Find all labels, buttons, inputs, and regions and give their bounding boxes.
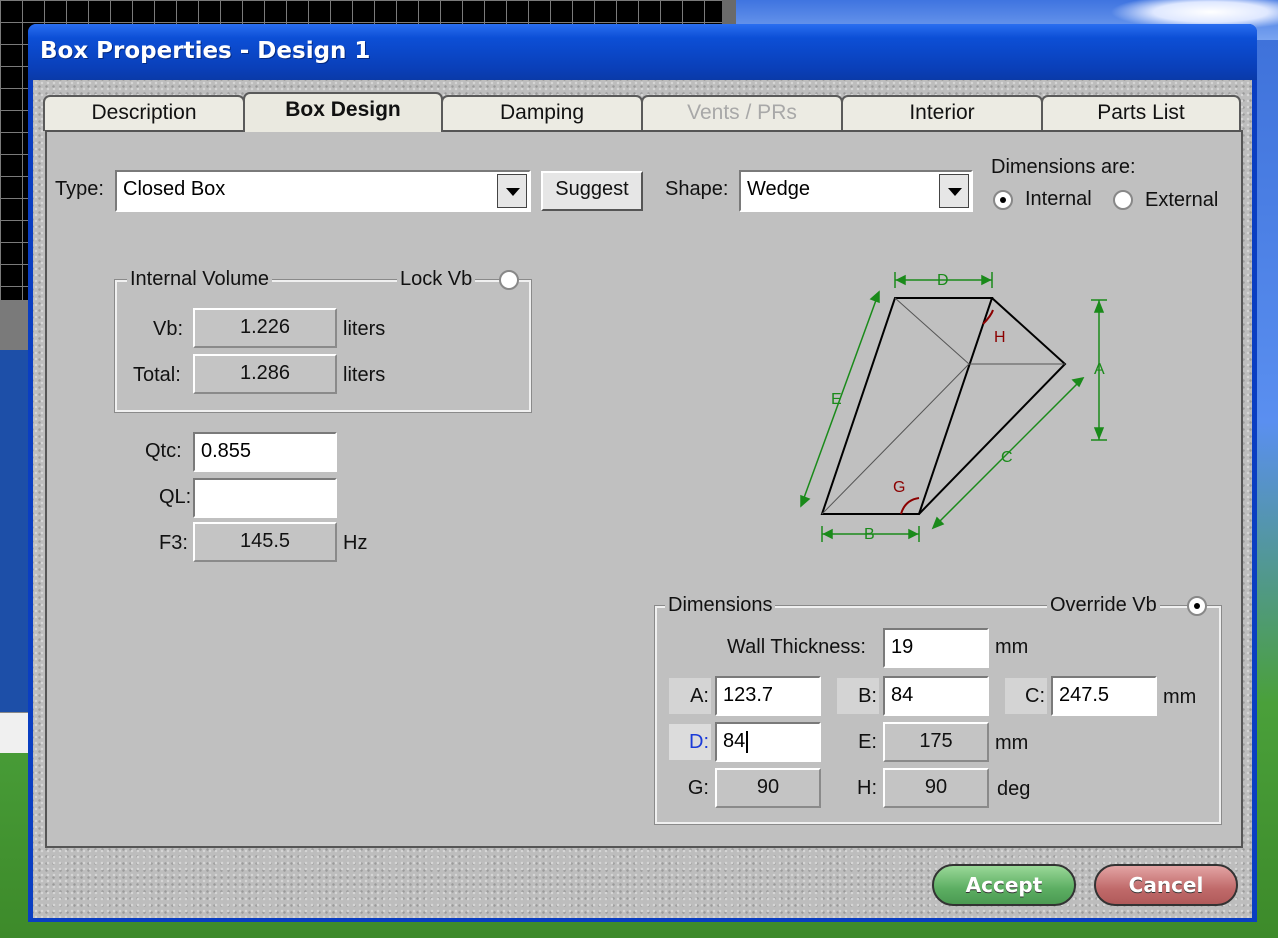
chevron-down-icon[interactable] [939,174,969,208]
dimensions-are-label: Dimensions are: [991,156,1136,178]
angle-g-arc [900,497,920,515]
dim-e-label: E: [858,731,877,753]
cancel-button[interactable]: Cancel [1094,864,1238,906]
f3-unit: Hz [343,532,368,554]
dimension-d-label: D [937,272,949,289]
dim-d-input[interactable]: 84 [715,722,821,762]
dim-row1-unit: mm [1163,686,1197,708]
dim-g-label: G: [687,777,709,799]
dim-c-input[interactable]: 247.5 [1051,676,1157,716]
dim-b-label: B: [837,678,879,714]
ql-input[interactable] [193,478,337,518]
tab-vents-prs: Vents / PRs [641,95,843,131]
override-vb-label: Override Vb [1047,594,1160,617]
external-radio[interactable] [1113,190,1133,210]
tab-interior[interactable]: Interior [841,95,1043,131]
internal-radio[interactable] [993,190,1013,210]
f3-label: F3: [159,532,188,554]
internal-radio-label: Internal [1025,188,1092,210]
dim-b-input[interactable]: 84 [883,676,989,716]
accept-button[interactable]: Accept [932,864,1076,906]
wall-thickness-unit: mm [995,636,1029,658]
total-label: Total: [133,364,181,386]
vb-value: 1.226 [193,308,337,348]
background-panel-blue [0,350,30,720]
text-caret [746,730,749,753]
dim-d-value: 84 [723,730,746,752]
external-radio-label: External [1145,189,1219,211]
window-title: Box Properties - Design 1 [40,38,371,64]
f3-value: 145.5 [193,522,337,562]
box-design-panel: Type: Closed Box Suggest Shape: Wedge Di… [45,130,1243,848]
wedge-side-edges [918,297,1067,515]
dim-a-input[interactable]: 123.7 [715,676,821,716]
dialog-client-area: Description Box Design Damping Vents / P… [33,80,1252,918]
override-vb-radio[interactable] [1187,596,1207,616]
dim-h-label: H: [857,777,877,799]
dim-c-label: C: [1005,678,1047,714]
box-properties-dialog: Box Properties - Design 1 Description Bo… [28,24,1257,922]
vb-unit: liters [343,318,386,340]
qtc-input[interactable]: 0.855 [193,432,337,472]
dim-g-value: 90 [715,768,821,808]
tab-damping[interactable]: Damping [441,95,643,131]
dim-a-label: A: [669,678,711,714]
dim-e-value: 175 [883,722,989,762]
wall-thickness-label: Wall Thickness: [727,636,866,658]
wedge-front-face [820,297,994,515]
internal-volume-title: Internal Volume [127,268,272,291]
ql-label: QL: [159,486,192,508]
shape-label: Shape: [665,178,729,200]
shape-select[interactable]: Wedge [739,170,973,212]
lock-vb-label: Lock Vb [397,268,476,291]
dim-h-value: 90 [883,768,989,808]
dimension-c-label: C [1001,449,1013,466]
tab-box-design[interactable]: Box Design [243,92,443,132]
total-unit: liters [343,364,386,386]
wedge-diagram: D A E C B H G [800,272,1107,543]
dimension-a-label: A [1094,361,1105,378]
dim-row2-unit: mm [995,732,1029,754]
angle-h-label: H [994,329,1006,346]
angle-g-label: G [893,479,905,496]
dimensions-title: Dimensions [665,594,776,617]
dimension-e-label: E [831,391,842,408]
title-bar[interactable]: Box Properties - Design 1 [28,24,1257,80]
tab-description[interactable]: Description [43,95,245,131]
suggest-button[interactable]: Suggest [541,171,643,211]
qtc-label: Qtc: [145,440,182,462]
chevron-down-icon[interactable] [497,174,527,208]
shape-value: Wedge [747,178,811,200]
dim-d-label: D: [669,724,711,760]
wall-thickness-input[interactable]: 19 [883,628,989,668]
tab-parts-list[interactable]: Parts List [1041,95,1241,131]
dim-row3-unit: deg [997,778,1031,800]
total-value: 1.286 [193,354,337,394]
dimension-b-label: B [864,526,875,543]
hidden-edge-top [894,297,970,365]
type-value: Closed Box [123,178,226,200]
lock-vb-radio[interactable] [499,270,519,290]
type-select[interactable]: Closed Box [115,170,531,212]
type-label: Type: [55,178,104,200]
vb-label: Vb: [153,318,184,340]
background-panel-white [0,712,30,753]
